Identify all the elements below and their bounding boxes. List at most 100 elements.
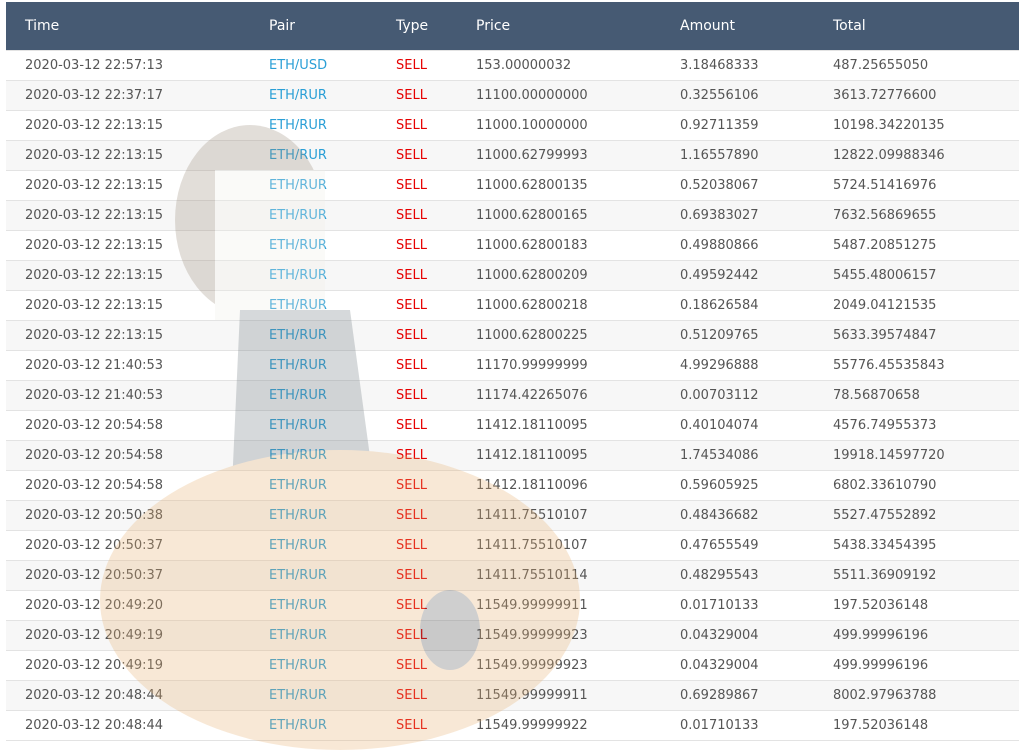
cell-price: 11549.99999922	[476, 718, 588, 733]
cell-pair-link[interactable]: ETH/USD	[269, 58, 327, 73]
table-row[interactable]: 2020-03-12 22:13:15 ETH/RUR SELL 11000.1000…	[6, 110, 1019, 140]
cell-amount: 1.16557890	[680, 148, 759, 163]
table-row[interactable]: 2020-03-12 22:13:15 ETH/RUR SELL 11000.6280…	[6, 200, 1019, 230]
cell-pair-link[interactable]: ETH/RUR	[269, 328, 327, 343]
cell-pair-link[interactable]: ETH/RUR	[269, 418, 327, 433]
cell-amount: 3.18468333	[680, 58, 759, 73]
table-row[interactable]: 2020-03-12 22:13:15 ETH/RUR SELL 11000.6280…	[6, 290, 1019, 320]
cell-time: 2020-03-12 20:48:44	[25, 688, 164, 703]
cell-time: 2020-03-12 20:48:44	[25, 718, 164, 733]
cell-total: 5511.36909192	[833, 568, 937, 583]
table-row[interactable]: 2020-03-12 22:13:15 ETH/RUR SELL 11000.6280…	[6, 320, 1019, 350]
cell-pair-link[interactable]: ETH/RUR	[269, 88, 327, 103]
cell-type: SELL	[396, 388, 427, 403]
cell-time: 2020-03-12 22:57:13	[25, 58, 164, 73]
cell-pair-link[interactable]: ETH/RUR	[269, 358, 327, 373]
cell-price: 11000.62800209	[476, 268, 588, 283]
table-row[interactable]: 2020-03-12 22:37:17 ETH/RUR SELL 11100.0000…	[6, 80, 1019, 110]
table-row[interactable]: 2020-03-12 20:49:20 ETH/RUR SELL 11549.9999…	[6, 590, 1019, 620]
cell-total: 197.52036148	[833, 718, 929, 733]
table-row[interactable]: 2020-03-12 22:13:15 ETH/RUR SELL 11000.6280…	[6, 170, 1019, 200]
cell-time: 2020-03-12 22:13:15	[25, 238, 164, 253]
cell-total: 3613.72776600	[833, 88, 937, 103]
cell-amount: 0.69383027	[680, 208, 759, 223]
table-row[interactable]: 2020-03-12 20:50:38 ETH/RUR SELL 11411.7551…	[6, 500, 1019, 530]
table-row[interactable]: 2020-03-12 20:48:44 ETH/RUR SELL 11549.9999…	[6, 710, 1019, 740]
cell-amount: 0.51209765	[680, 328, 759, 343]
table-row[interactable]: 2020-03-12 21:40:53 ETH/RUR SELL 11174.4226…	[6, 380, 1019, 410]
header-type[interactable]: Type	[396, 18, 428, 34]
cell-amount: 0.01710133	[680, 718, 759, 733]
cell-total: 499.99996196	[833, 628, 929, 643]
cell-pair-link[interactable]: ETH/RUR	[269, 448, 327, 463]
table-row[interactable]: 2020-03-12 20:49:19 ETH/RUR SELL 11549.9999…	[6, 650, 1019, 680]
trade-history-table: Time Pair Type Price Amount Total 2020-0…	[6, 2, 1019, 741]
table-row[interactable]: 2020-03-12 21:40:53 ETH/RUR SELL 11170.9999…	[6, 350, 1019, 380]
cell-time: 2020-03-12 20:54:58	[25, 418, 164, 433]
cell-time: 2020-03-12 20:49:19	[25, 628, 164, 643]
cell-pair-link[interactable]: ETH/RUR	[269, 178, 327, 193]
cell-total: 197.52036148	[833, 598, 929, 613]
cell-pair-link[interactable]: ETH/RUR	[269, 238, 327, 253]
table-row[interactable]: 2020-03-12 20:54:58 ETH/RUR SELL 11412.1811…	[6, 440, 1019, 470]
cell-type: SELL	[396, 328, 427, 343]
cell-price: 11411.75510114	[476, 568, 588, 583]
cell-type: SELL	[396, 88, 427, 103]
cell-pair-link[interactable]: ETH/RUR	[269, 628, 327, 643]
cell-amount: 0.04329004	[680, 658, 759, 673]
table-row[interactable]: 2020-03-12 20:50:37 ETH/RUR SELL 11411.7551…	[6, 560, 1019, 590]
cell-pair-link[interactable]: ETH/RUR	[269, 568, 327, 583]
cell-time: 2020-03-12 22:13:15	[25, 118, 164, 133]
cell-pair-link[interactable]: ETH/RUR	[269, 388, 327, 403]
header-price[interactable]: Price	[476, 18, 510, 34]
table-header: Time Pair Type Price Amount Total	[6, 2, 1019, 50]
cell-pair-link[interactable]: ETH/RUR	[269, 118, 327, 133]
cell-pair-link[interactable]: ETH/RUR	[269, 538, 327, 553]
cell-amount: 0.49880866	[680, 238, 759, 253]
table-row[interactable]: 2020-03-12 22:13:15 ETH/RUR SELL 11000.6279…	[6, 140, 1019, 170]
header-pair[interactable]: Pair	[269, 18, 295, 34]
cell-total: 487.25655050	[833, 58, 929, 73]
cell-pair-link[interactable]: ETH/RUR	[269, 298, 327, 313]
cell-pair-link[interactable]: ETH/RUR	[269, 598, 327, 613]
cell-amount: 0.59605925	[680, 478, 759, 493]
cell-pair-link[interactable]: ETH/RUR	[269, 508, 327, 523]
cell-price: 11000.62799993	[476, 148, 588, 163]
cell-time: 2020-03-12 21:40:53	[25, 358, 164, 373]
cell-price: 11412.18110095	[476, 448, 588, 463]
header-total[interactable]: Total	[833, 18, 866, 34]
cell-pair-link[interactable]: ETH/RUR	[269, 208, 327, 223]
cell-total: 8002.97963788	[833, 688, 937, 703]
header-amount[interactable]: Amount	[680, 18, 735, 34]
cell-price: 11000.62800225	[476, 328, 588, 343]
cell-total: 12822.09988346	[833, 148, 945, 163]
header-time[interactable]: Time	[25, 18, 59, 34]
table-row[interactable]: 2020-03-12 20:54:58 ETH/RUR SELL 11412.1811…	[6, 470, 1019, 500]
cell-time: 2020-03-12 22:13:15	[25, 208, 164, 223]
cell-time: 2020-03-12 20:49:20	[25, 598, 164, 613]
table-row[interactable]: 2020-03-12 20:54:58 ETH/RUR SELL 11412.1811…	[6, 410, 1019, 440]
cell-amount: 0.92711359	[680, 118, 759, 133]
cell-time: 2020-03-12 20:49:19	[25, 658, 164, 673]
cell-pair-link[interactable]: ETH/RUR	[269, 268, 327, 283]
cell-amount: 0.47655549	[680, 538, 759, 553]
table-row[interactable]: 2020-03-12 20:50:37 ETH/RUR SELL 11411.7551…	[6, 530, 1019, 560]
cell-pair-link[interactable]: ETH/RUR	[269, 148, 327, 163]
cell-price: 11549.99999923	[476, 658, 588, 673]
table-body: 2020-03-12 22:57:13 ETH/USD SELL 153.000000…	[6, 50, 1019, 740]
table-row[interactable]: 2020-03-12 20:48:44 ETH/RUR SELL 11549.9999…	[6, 680, 1019, 710]
table-row[interactable]: 2020-03-12 20:49:19 ETH/RUR SELL 11549.9999…	[6, 620, 1019, 650]
cell-time: 2020-03-12 22:13:15	[25, 148, 164, 163]
table-row[interactable]: 2020-03-12 22:13:15 ETH/RUR SELL 11000.6280…	[6, 230, 1019, 260]
cell-pair-link[interactable]: ETH/RUR	[269, 688, 327, 703]
cell-total: 5455.48006157	[833, 268, 937, 283]
cell-pair-link[interactable]: ETH/RUR	[269, 658, 327, 673]
table-row[interactable]: 2020-03-12 22:13:15 ETH/RUR SELL 11000.6280…	[6, 260, 1019, 290]
table-row[interactable]: 2020-03-12 22:57:13 ETH/USD SELL 153.000000…	[6, 50, 1019, 80]
cell-price: 11549.99999911	[476, 598, 588, 613]
cell-total: 499.99996196	[833, 658, 929, 673]
cell-pair-link[interactable]: ETH/RUR	[269, 718, 327, 733]
cell-pair-link[interactable]: ETH/RUR	[269, 478, 327, 493]
cell-total: 78.56870658	[833, 388, 920, 403]
cell-total: 2049.04121535	[833, 298, 937, 313]
